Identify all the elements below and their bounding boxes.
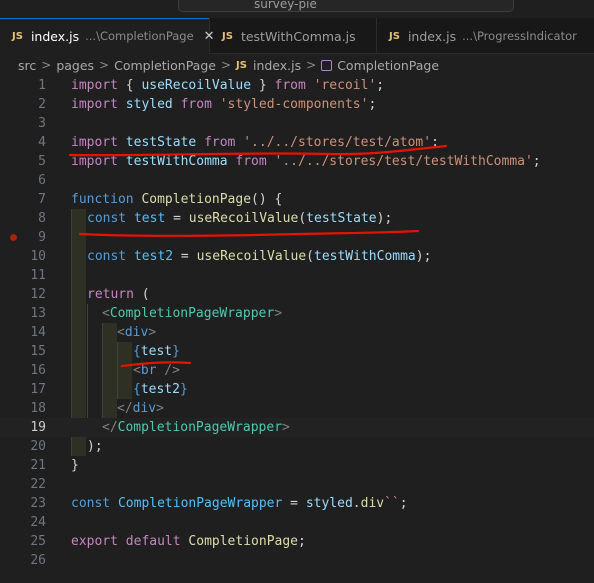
breadcrumb-item-pages[interactable]: pages [56,58,94,73]
title-bar: survey-pie [0,0,594,18]
tab-label: index.js [407,28,457,44]
line-number: 19 [30,420,46,435]
chevron-right-icon: > [306,58,317,72]
breadcrumb-item-file[interactable]: index.js [253,58,301,73]
line-number: 21 [30,458,46,473]
breadcrumb-item-src[interactable]: src [18,58,36,73]
code-line-16[interactable]: 16 <br /> [0,361,594,380]
code-line-6[interactable]: 6 [0,171,594,190]
code-line-12[interactable]: 12 return ( [0,285,594,304]
code-line-11[interactable]: 11 [0,266,594,285]
code-line-2[interactable]: 2 import styled from 'styled-components'; [0,95,594,114]
tab-label: testWithComma.js [240,28,356,44]
line-number: 12 [30,287,46,302]
line-number: 23 [30,496,46,511]
tab-description: ...\ProgressIndicator [462,29,577,43]
symbol-cube-icon [321,59,333,71]
window-title: survey-pie [254,0,317,11]
code-line-4[interactable]: 4 import testState from '../../stores/tes… [0,133,594,152]
code-line-3[interactable]: 3 [0,114,594,133]
line-number: 10 [30,249,46,264]
line-number: 2 [38,97,46,112]
code-line-14[interactable]: 14 <div> [0,323,594,342]
code-line-7[interactable]: 7 function CompletionPage() { [0,190,594,209]
js-file-icon: JS [222,30,233,42]
js-file-icon: JS [389,30,400,42]
breadcrumb-item-completionpage-folder[interactable]: CompletionPage [114,58,216,73]
chevron-right-icon: > [220,58,232,72]
code-line-18[interactable]: 18 </div> [0,399,594,418]
line-number: 3 [38,116,46,131]
line-number: 4 [38,135,46,150]
code-line-19[interactable]: 19 </CompletionPageWrapper> [0,418,594,437]
line-number: 13 [30,306,46,321]
tab-testwithcomma[interactable]: JS testWithComma.js [210,18,377,54]
line-number: 25 [30,534,46,549]
chevron-right-icon: > [41,58,52,72]
line-number: 24 [30,515,46,530]
code-line-10[interactable]: 10 const test2 = useRecoilValue(testWithC… [0,247,594,266]
chevron-right-icon: > [99,58,110,72]
code-line-17[interactable]: 17 {test2} [0,380,594,399]
editor-tab-bar: JS index.js ...\CompletionPage ✕ JS test… [0,18,594,54]
line-number: 11 [30,268,46,283]
code-line-20[interactable]: 20); [0,437,594,456]
line-number: 9 [38,230,46,245]
code-editor[interactable]: 1 import { useRecoilValue } from 'recoil'… [0,76,594,583]
code-line-5[interactable]: 5 import testWithComma from '../../stores… [0,152,594,171]
line-number: 1 [38,78,46,93]
line-number: 18 [30,401,46,416]
code-line-21[interactable]: 21} [0,456,594,475]
code-line-9[interactable]: 9 [0,228,594,247]
code-line-25[interactable]: 25 export default CompletionPage; [0,532,594,551]
code-line-23[interactable]: 23 const CompletionPageWrapper = styled.d… [0,494,594,513]
line-number: 26 [30,553,46,568]
command-center[interactable] [178,0,514,12]
code-line-22[interactable]: 22 [0,475,594,494]
code-line-24[interactable]: 24 [0,513,594,532]
code-line-26[interactable]: 26 [0,551,594,570]
js-file-icon: JS [236,59,247,71]
code-line-8[interactable]: 8 const test = useRecoilValue(testState); [0,209,594,228]
line-number: 22 [30,477,46,492]
line-number: 5 [38,154,46,169]
line-number: 14 [30,325,46,340]
tab-description: ...\CompletionPage [85,29,194,43]
line-number: 17 [30,382,46,397]
line-number: 15 [30,344,46,359]
tab-index-completionpage[interactable]: JS index.js ...\CompletionPage ✕ [0,18,215,54]
js-file-icon: JS [12,30,23,42]
tab-label: index.js [30,28,80,44]
line-number: 7 [38,192,46,207]
line-number: 8 [38,211,46,226]
code-line-13[interactable]: 13 <CompletionPageWrapper> [0,304,594,323]
tab-index-progressindicator[interactable]: JS index.js ...\ProgressIndicator [377,18,594,54]
line-number: 6 [38,173,46,188]
line-number: 16 [30,363,46,378]
breadcrumb-item-symbol[interactable]: CompletionPage [337,58,439,73]
line-number: 20 [30,439,46,454]
code-line-15[interactable]: 15 {test} [0,342,594,361]
breadcrumb: src > pages > CompletionPage > JS index.… [0,54,594,76]
code-line-1[interactable]: 1 import { useRecoilValue } from 'recoil'… [0,76,594,95]
